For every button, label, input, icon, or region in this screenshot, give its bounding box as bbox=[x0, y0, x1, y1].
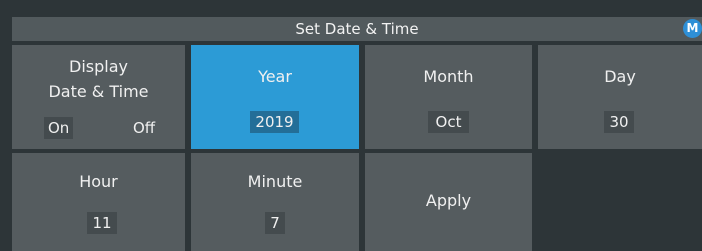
apply-label: Apply bbox=[425, 191, 472, 210]
month-value: Oct bbox=[428, 111, 469, 133]
title-bar: Set Date & Time bbox=[12, 17, 702, 41]
day-label: Day bbox=[604, 67, 636, 86]
year-value: 2019 bbox=[250, 111, 299, 133]
minute-value: 7 bbox=[265, 212, 285, 234]
minute-label: Minute bbox=[247, 172, 303, 191]
minute-tile[interactable]: Minute 7 bbox=[191, 153, 359, 251]
page-title: Set Date & Time bbox=[295, 20, 419, 38]
display-label-line2: Date & Time bbox=[48, 82, 149, 101]
display-on-option[interactable]: On bbox=[44, 117, 74, 139]
date-time-screen: Set Date & Time M Display Date & Time On… bbox=[0, 0, 702, 251]
display-off-option[interactable]: Off bbox=[129, 117, 159, 139]
day-value: 30 bbox=[604, 111, 634, 133]
month-label: Month bbox=[423, 67, 474, 86]
display-label-line1: Display bbox=[69, 57, 128, 76]
hour-value: 11 bbox=[87, 212, 117, 234]
apply-button[interactable]: Apply bbox=[365, 153, 532, 251]
year-tile[interactable]: Year 2019 bbox=[191, 45, 359, 149]
hour-label: Hour bbox=[79, 172, 118, 191]
hour-tile[interactable]: Hour 11 bbox=[12, 153, 185, 251]
menu-badge-icon[interactable]: M bbox=[683, 19, 702, 38]
day-tile[interactable]: Day 30 bbox=[538, 45, 702, 149]
empty-tile bbox=[538, 153, 702, 251]
year-label: Year bbox=[258, 67, 292, 86]
month-tile[interactable]: Month Oct bbox=[365, 45, 532, 149]
display-date-time-tile[interactable]: Display Date & Time On Off bbox=[12, 45, 185, 149]
